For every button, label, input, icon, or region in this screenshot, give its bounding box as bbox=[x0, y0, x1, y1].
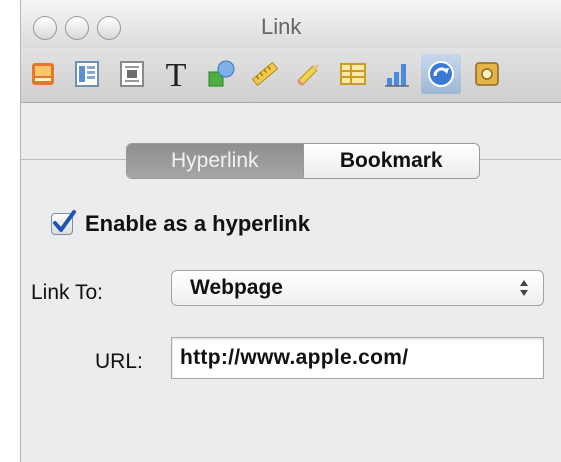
document-icon bbox=[32, 63, 54, 85]
text-icon: T bbox=[166, 58, 187, 90]
layout-icon bbox=[75, 61, 99, 87]
quicktime-inspector-button[interactable] bbox=[467, 54, 507, 94]
layout-inspector-button[interactable] bbox=[67, 54, 107, 94]
link-to-label: Link To: bbox=[31, 281, 103, 304]
link-arrow-icon bbox=[428, 61, 454, 87]
url-label: URL: bbox=[95, 350, 143, 373]
url-input[interactable]: http://www.apple.com/ bbox=[171, 337, 544, 379]
url-input-value: http://www.apple.com/ bbox=[180, 346, 409, 369]
graphic-icon bbox=[208, 60, 235, 87]
media-icon bbox=[475, 62, 499, 86]
zoom-window-button[interactable] bbox=[97, 16, 121, 40]
enable-hyperlink-label: Enable as a hyperlink bbox=[85, 211, 310, 236]
chart-inspector-button[interactable] bbox=[377, 54, 417, 94]
enable-hyperlink-checkbox[interactable] bbox=[51, 210, 76, 235]
wrap-icon bbox=[120, 61, 144, 87]
link-inspector-window: Link T Hyperlink Bookmark Enable as a hy… bbox=[20, 0, 561, 462]
minimize-window-button[interactable] bbox=[65, 16, 89, 40]
table-inspector-button[interactable] bbox=[333, 54, 373, 94]
graphic-inspector-button[interactable] bbox=[201, 54, 241, 94]
text-inspector-button[interactable]: T bbox=[156, 54, 196, 94]
tab-bookmark[interactable]: Bookmark bbox=[302, 144, 479, 178]
table-icon bbox=[340, 63, 366, 85]
link-to-select[interactable]: Webpage bbox=[171, 270, 544, 306]
checkmark-icon bbox=[53, 210, 76, 232]
inspector-toolbar: T bbox=[21, 48, 561, 103]
bar-chart-icon bbox=[385, 64, 409, 87]
wrap-inspector-button[interactable] bbox=[112, 54, 152, 94]
link-mode-segmented-control: Hyperlink Bookmark bbox=[126, 143, 480, 179]
select-arrows-icon bbox=[520, 280, 528, 296]
link-to-select-value: Webpage bbox=[190, 276, 283, 299]
document-inspector-button[interactable] bbox=[23, 54, 63, 94]
inspector-content: Hyperlink Bookmark Enable as a hyperlink… bbox=[21, 103, 561, 462]
ruler-icon bbox=[251, 61, 279, 87]
pencil-icon bbox=[296, 64, 319, 87]
tab-hyperlink[interactable]: Hyperlink bbox=[127, 144, 303, 178]
link-inspector-button[interactable] bbox=[421, 54, 461, 94]
window-title: Link bbox=[261, 14, 302, 39]
title-bar: Link bbox=[21, 0, 561, 48]
metrics-inspector-button[interactable] bbox=[245, 54, 285, 94]
enable-hyperlink-row: Enable as a hyperlink bbox=[51, 210, 310, 237]
svg-text:T: T bbox=[166, 58, 187, 90]
pencil-inspector-button[interactable] bbox=[289, 54, 329, 94]
close-window-button[interactable] bbox=[33, 16, 57, 40]
